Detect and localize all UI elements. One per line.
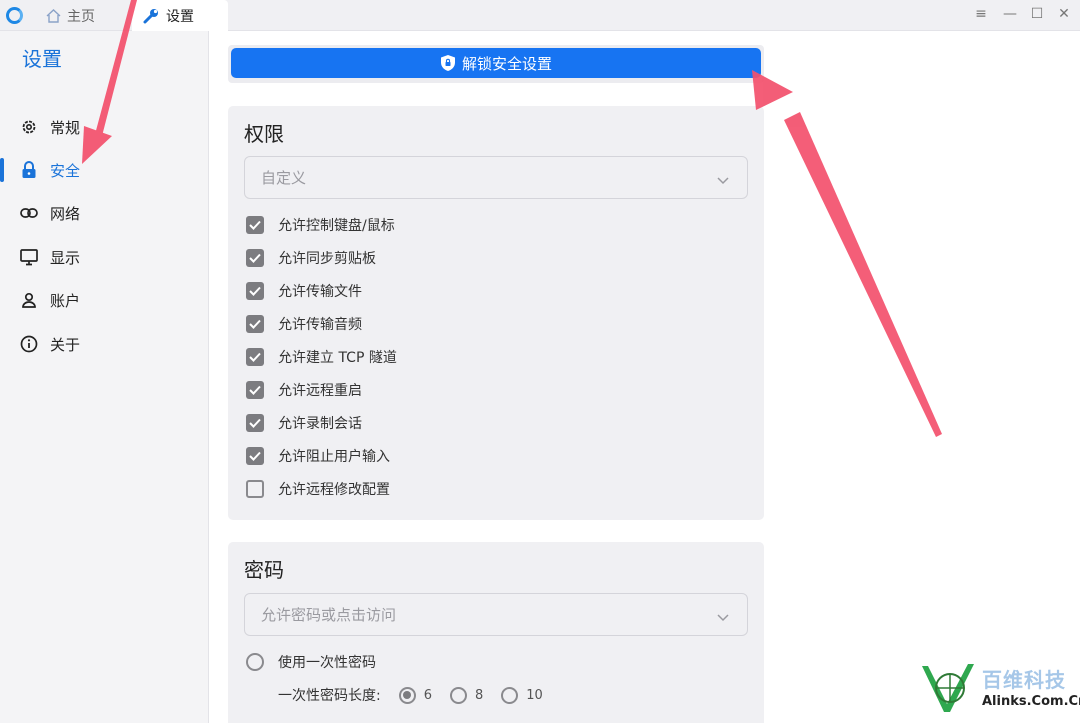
- checkbox-checked[interactable]: [246, 315, 264, 333]
- sidebar-item-about[interactable]: 关于: [0, 326, 209, 362]
- chevron-down-icon: [717, 608, 729, 626]
- permission-remote-config[interactable]: 允许远程修改配置: [246, 478, 390, 500]
- settings-content: 解锁安全设置 权限 自定义 允许控制键盘/鼠标 允许同步剪贴板 允许传输文件 允…: [210, 31, 1080, 723]
- checkbox-checked[interactable]: [246, 249, 264, 267]
- tab-home[interactable]: 主页: [46, 0, 132, 31]
- permission-keyboard-mouse[interactable]: 允许控制键盘/鼠标: [246, 214, 395, 236]
- sidebar-item-label: 显示: [50, 248, 81, 267]
- link-icon: [20, 204, 38, 222]
- menu-icon[interactable]: ≡: [971, 6, 991, 22]
- monitor-icon: [20, 248, 38, 266]
- sidebar-item-network[interactable]: 网络: [0, 195, 209, 231]
- user-icon: [20, 291, 38, 309]
- permission-tcp-tunnel[interactable]: 允许建立 TCP 隧道: [246, 346, 397, 368]
- watermark-url: Alinks.Com.Cn: [982, 694, 1080, 709]
- permission-mode-select[interactable]: 自定义: [244, 156, 748, 199]
- sidebar-item-label: 关于: [50, 335, 81, 354]
- info-icon: [20, 335, 38, 353]
- otp-length-10[interactable]: 10: [501, 686, 543, 704]
- home-icon: [46, 8, 61, 23]
- permission-block-input[interactable]: 允许阻止用户输入: [246, 445, 390, 467]
- sidebar-title: 设置: [22, 47, 62, 71]
- radio-unchecked[interactable]: [246, 653, 264, 671]
- sidebar: 设置 常规 安全 网络 显示 账户 关于: [0, 31, 209, 723]
- title-bar: 主页 设置 ≡ — ☐ ✕: [0, 0, 1080, 31]
- unlock-bar: 解锁安全设置: [228, 45, 764, 83]
- permission-audio[interactable]: 允许传输音频: [246, 313, 362, 335]
- checkbox-checked[interactable]: [246, 282, 264, 300]
- permission-label: 允许控制键盘/鼠标: [278, 218, 395, 234]
- unlock-button-label: 解锁安全设置: [461, 54, 552, 73]
- minimize-icon[interactable]: —: [1000, 6, 1020, 22]
- watermark-brand: 百维科技: [982, 668, 1066, 692]
- sidebar-item-account[interactable]: 账户: [0, 282, 209, 318]
- otp-length-8[interactable]: 8: [450, 686, 483, 704]
- radio-unchecked[interactable]: [501, 686, 519, 704]
- checkbox-checked[interactable]: [246, 381, 264, 399]
- otp-length-6[interactable]: 6: [398, 686, 432, 704]
- sidebar-item-label: 网络: [50, 204, 81, 223]
- sidebar-item-label: 安全: [50, 161, 81, 180]
- permission-label: 允许同步剪贴板: [278, 251, 376, 267]
- shield-icon: [440, 54, 456, 72]
- sidebar-item-display[interactable]: 显示: [0, 239, 209, 275]
- radio-checked[interactable]: [398, 686, 416, 704]
- gear-icon: [20, 118, 38, 136]
- chevron-down-icon: [717, 171, 729, 189]
- permission-remote-restart[interactable]: 允许远程重启: [246, 379, 362, 401]
- permission-label: 允许远程修改配置: [278, 482, 390, 498]
- password-title: 密码: [244, 558, 284, 582]
- one-time-password-label: 使用一次性密码: [278, 655, 376, 671]
- permissions-card: 权限 自定义 允许控制键盘/鼠标 允许同步剪贴板 允许传输文件 允许传输音频 允…: [228, 106, 764, 520]
- sidebar-item-security[interactable]: 安全: [0, 152, 209, 188]
- sidebar-item-label: 账户: [50, 291, 81, 310]
- tab-settings[interactable]: 设置: [132, 0, 228, 31]
- one-time-password-option[interactable]: 使用一次性密码: [246, 651, 376, 673]
- wrench-icon: [142, 7, 160, 25]
- checkbox-checked[interactable]: [246, 348, 264, 366]
- permission-record-session[interactable]: 允许录制会话: [246, 412, 362, 434]
- otp-length-label: 一次性密码长度:: [278, 688, 381, 704]
- permission-mode-value: 自定义: [261, 169, 307, 187]
- tab-settings-label: 设置: [166, 8, 194, 25]
- permission-label: 允许传输文件: [278, 284, 362, 300]
- permission-file-transfer[interactable]: 允许传输文件: [246, 280, 362, 302]
- password-mode-select[interactable]: 允许密码或点击访问: [244, 593, 748, 636]
- radio-unchecked[interactable]: [450, 686, 467, 704]
- tab-home-label: 主页: [67, 8, 95, 25]
- unlock-security-button[interactable]: 解锁安全设置: [231, 48, 761, 78]
- app-logo-icon: [6, 7, 23, 24]
- lock-icon: [20, 161, 38, 179]
- permission-label: 允许远程重启: [278, 383, 362, 399]
- permission-label: 允许录制会话: [278, 416, 362, 432]
- permissions-title: 权限: [244, 122, 284, 146]
- permission-clipboard[interactable]: 允许同步剪贴板: [246, 247, 376, 269]
- password-card: 密码 允许密码或点击访问 使用一次性密码 一次性密码长度: 6 8 10: [228, 542, 764, 723]
- maximize-icon[interactable]: ☐: [1027, 6, 1047, 22]
- permission-label: 允许传输音频: [278, 317, 362, 333]
- watermark-logo-icon: [922, 664, 974, 712]
- watermark: 百维科技 Alinks.Com.Cn: [918, 660, 1080, 718]
- sidebar-item-general[interactable]: 常规: [0, 109, 209, 145]
- otp-length-row: 一次性密码长度: 6 8 10: [278, 684, 543, 706]
- checkbox-unchecked[interactable]: [246, 480, 264, 498]
- password-mode-value: 允许密码或点击访问: [261, 606, 397, 624]
- permission-label: 允许建立 TCP 隧道: [278, 350, 397, 366]
- close-icon[interactable]: ✕: [1054, 6, 1074, 22]
- checkbox-checked[interactable]: [246, 447, 264, 465]
- sidebar-item-label: 常规: [50, 118, 81, 137]
- checkbox-checked[interactable]: [246, 216, 264, 234]
- checkbox-checked[interactable]: [246, 414, 264, 432]
- permission-label: 允许阻止用户输入: [278, 449, 390, 465]
